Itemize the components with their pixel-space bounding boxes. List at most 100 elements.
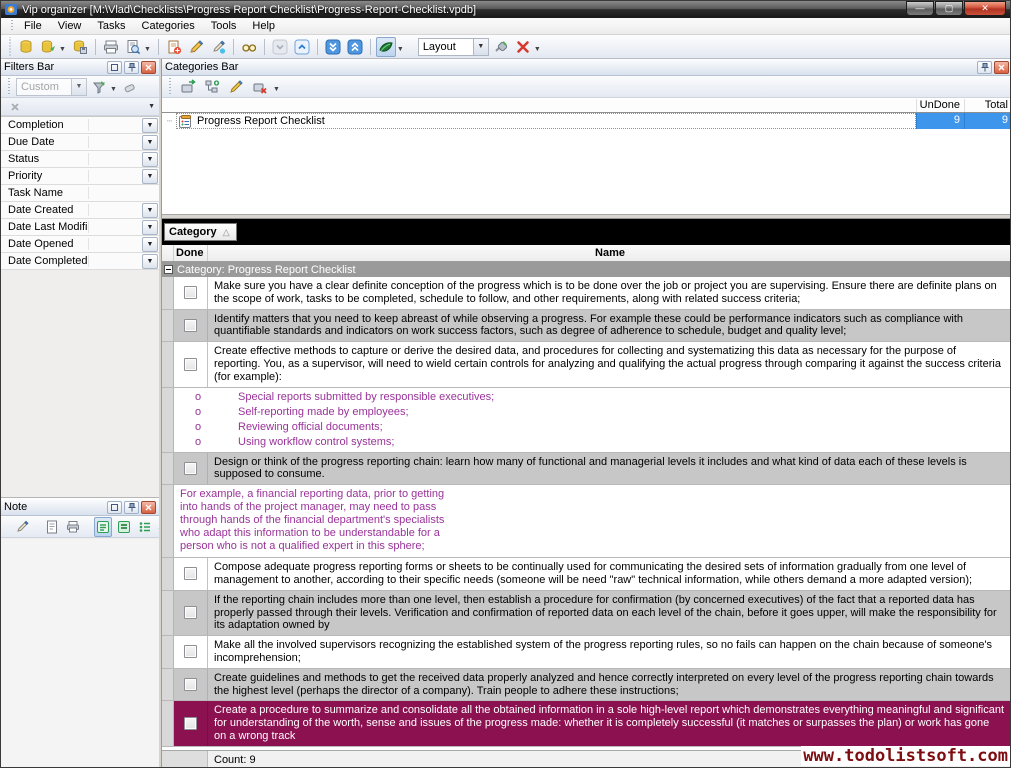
task-row[interactable]: Create a procedure to summarize and cons… [162, 701, 1011, 746]
print-dropdown[interactable]: ▼ [144, 46, 151, 53]
view-task-button[interactable] [239, 37, 259, 57]
edit-task-button[interactable] [186, 37, 206, 57]
remove-filter-button[interactable] [7, 99, 23, 115]
apply-filter-button[interactable] [90, 77, 108, 97]
filter-row[interactable]: Status▼ [1, 151, 159, 168]
filters-restore-button[interactable] [107, 61, 122, 74]
new-subcategory-button[interactable] [202, 77, 222, 97]
filter-row[interactable]: Priority▼ [1, 168, 159, 185]
edit-category-button[interactable] [226, 77, 246, 97]
move-up-button[interactable] [292, 37, 312, 57]
delete-category-button[interactable] [250, 77, 270, 97]
menu-item-file[interactable]: File [16, 19, 50, 33]
filter-dropdown-button[interactable]: ▼ [142, 135, 158, 150]
filter-row[interactable]: Date Completed▼ [1, 253, 159, 270]
clear-filter-button[interactable] [122, 77, 140, 97]
task-checkbox[interactable] [184, 678, 197, 691]
task-row[interactable]: If the reporting chain includes more tha… [162, 591, 1011, 636]
categories-toolbar-dropdown[interactable]: ▼ [273, 86, 280, 93]
move-to-bottom-button[interactable] [323, 37, 343, 57]
task-row[interactable]: Identify matters that you need to keep a… [162, 310, 1011, 343]
filter-dropdown-button[interactable]: ▼ [142, 220, 158, 235]
task-row[interactable]: Compose adequate progress reporting form… [162, 558, 1011, 591]
new-category-button[interactable] [178, 77, 198, 97]
filters-overflow-dropdown[interactable]: ▼ [148, 103, 155, 110]
open-database-dropdown[interactable]: ▼ [59, 46, 66, 53]
filter-dropdown-button[interactable]: ▼ [142, 169, 158, 184]
name-column-header[interactable]: Name [208, 245, 1011, 261]
open-database-button[interactable] [38, 37, 58, 57]
filter-dropdown-button[interactable]: ▼ [142, 152, 158, 167]
print-button[interactable] [101, 37, 121, 57]
maximize-button[interactable]: ▢ [935, 1, 963, 16]
filter-row[interactable]: Date Created▼ [1, 202, 159, 219]
note-view-list-button[interactable] [136, 517, 154, 537]
note-editor-area[interactable] [1, 539, 159, 768]
filter-dropdown-button[interactable]: ▼ [142, 254, 158, 269]
task-checkbox[interactable] [184, 286, 197, 299]
delete-layout-button[interactable] [513, 37, 533, 57]
filters-close-button[interactable] [141, 61, 156, 74]
menu-item-tasks[interactable]: Tasks [89, 19, 133, 33]
complete-task-button[interactable] [208, 37, 228, 57]
filter-row[interactable]: Task Name [1, 185, 159, 202]
view-mode-dropdown[interactable]: ▼ [397, 46, 404, 53]
menu-item-view[interactable]: View [50, 19, 90, 33]
layout-toolbar-dropdown[interactable]: ▼ [534, 46, 541, 53]
menu-item-help[interactable]: Help [244, 19, 283, 33]
task-checkbox[interactable] [184, 462, 197, 475]
category-sort-header[interactable]: Category △ [164, 223, 237, 241]
filters-pin-button[interactable] [124, 61, 139, 74]
category-tree-item[interactable]: ┄Progress Report Checklist99 [162, 113, 1011, 129]
apply-filter-dropdown[interactable]: ▼ [110, 86, 117, 93]
task-checkbox[interactable] [184, 717, 197, 730]
move-down-button[interactable] [270, 37, 290, 57]
categories-close-button[interactable] [994, 61, 1009, 74]
undone-column-header[interactable]: UnDone [916, 99, 964, 112]
note-preview-button[interactable] [43, 517, 61, 537]
category-name-zone[interactable]: Progress Report Checklist [176, 113, 916, 129]
minimize-button[interactable]: — [906, 1, 934, 16]
task-row[interactable]: Create guidelines and methods to get the… [162, 669, 1011, 702]
filter-row[interactable]: Completion▼ [1, 117, 159, 134]
note-print-button[interactable] [64, 517, 82, 537]
filter-preset-arrow[interactable]: ▼ [71, 79, 86, 95]
done-column-header[interactable]: Done [174, 245, 208, 261]
note-close-button[interactable] [141, 501, 156, 514]
menu-item-tools[interactable]: Tools [203, 19, 245, 33]
view-mode-button[interactable] [376, 37, 396, 57]
task-row[interactable]: Make all the involved supervisors recogn… [162, 636, 1011, 669]
apply-layout-button[interactable] [491, 37, 511, 57]
task-row[interactable]: Make sure you have a clear definite conc… [162, 277, 1011, 310]
filter-row[interactable]: Due Date▼ [1, 134, 159, 151]
layout-combobox[interactable]: Layout ▼ [418, 38, 489, 56]
category-group-row[interactable]: Category: Progress Report Checklist [162, 262, 1011, 277]
filter-row[interactable]: Date Opened▼ [1, 236, 159, 253]
new-task-button[interactable] [164, 37, 184, 57]
filter-dropdown-button[interactable]: ▼ [142, 118, 158, 133]
task-checkbox[interactable] [184, 358, 197, 371]
task-row[interactable]: Create effective methods to capture or d… [162, 342, 1011, 387]
close-button[interactable]: ✕ [964, 1, 1006, 16]
new-database-button[interactable] [16, 37, 36, 57]
note-restore-button[interactable] [107, 501, 122, 514]
layout-combobox-arrow[interactable]: ▼ [473, 39, 488, 55]
task-row[interactable]: Design or think of the progress reportin… [162, 453, 1011, 486]
print-preview-button[interactable] [123, 37, 143, 57]
filter-preset-combobox[interactable]: Custom ▼ [16, 78, 87, 96]
filter-row[interactable]: Date Last Modified▼ [1, 219, 159, 236]
task-checkbox[interactable] [184, 319, 197, 332]
menu-item-categories[interactable]: Categories [134, 19, 203, 33]
note-view-rich-button[interactable] [115, 517, 133, 537]
total-column-header[interactable]: Total [964, 99, 1011, 112]
note-view-plain-button[interactable] [94, 517, 112, 537]
filter-dropdown-button[interactable]: ▼ [142, 203, 158, 218]
task-checkbox[interactable] [184, 606, 197, 619]
categories-pin-button[interactable] [977, 61, 992, 74]
task-checkbox[interactable] [184, 567, 197, 580]
move-to-top-button[interactable] [345, 37, 365, 57]
task-checkbox[interactable] [184, 645, 197, 658]
edit-note-button[interactable] [13, 517, 31, 537]
filter-dropdown-button[interactable]: ▼ [142, 237, 158, 252]
note-pin-button[interactable] [124, 501, 139, 514]
